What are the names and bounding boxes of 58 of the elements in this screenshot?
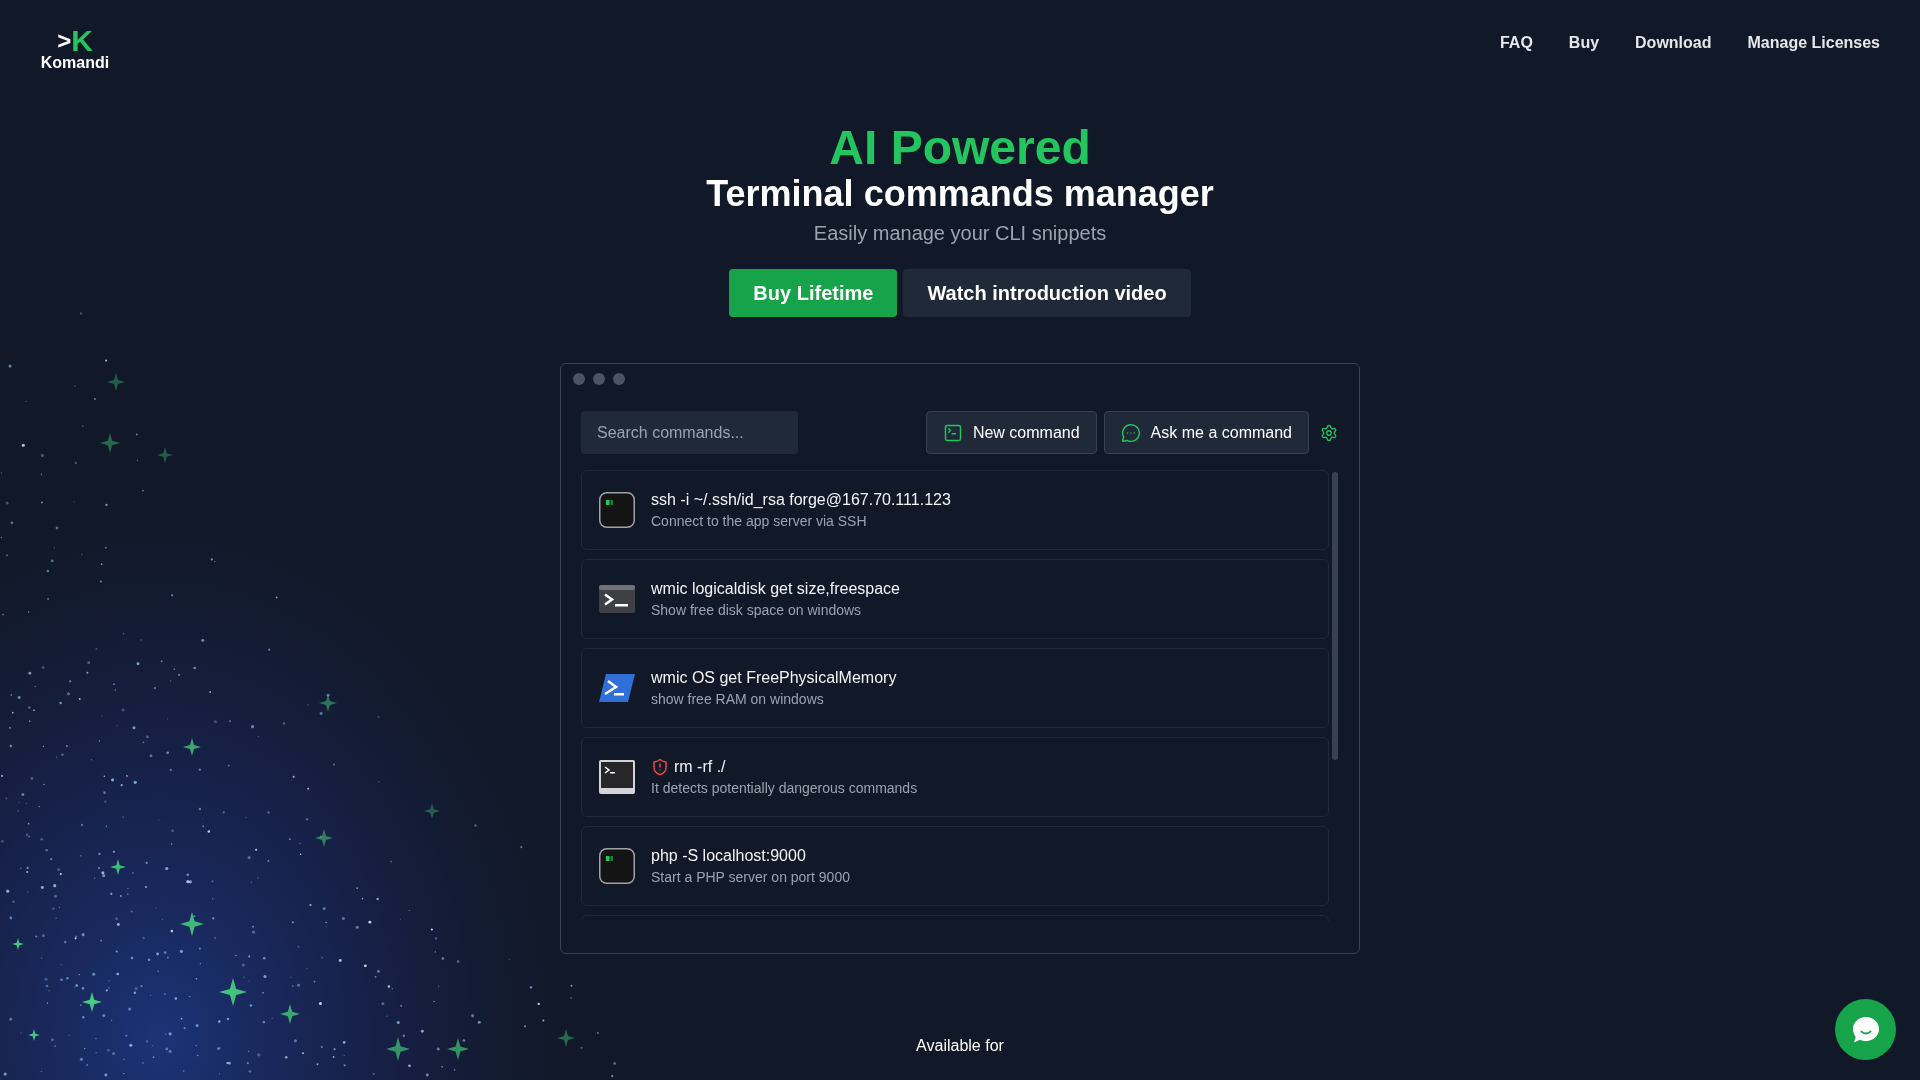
chat-bubble-icon (1851, 1015, 1880, 1044)
ask-command-button[interactable]: Ask me a command (1103, 411, 1309, 454)
sparkle-icon (447, 1038, 469, 1060)
command-description: Start a PHP server on port 9000 (651, 868, 850, 887)
sparkle-icon (315, 829, 333, 847)
available-label: Available for (916, 1036, 1004, 1056)
nav-link[interactable]: Manage Licenses (1747, 31, 1880, 55)
logo-name: Komandi (40, 54, 110, 72)
command-text: rm -rf ./ (674, 757, 726, 777)
search-field[interactable]: Search commands... (581, 411, 798, 454)
command-text: ssh -i ~/.ssh/id_rsa forge@167.70.111.123 (651, 490, 951, 510)
command-description: show free RAM on windows (651, 690, 825, 709)
terminal-icon (599, 492, 635, 528)
new-command-button[interactable]: New command (925, 411, 1097, 454)
sparkle-icon (219, 978, 247, 1006)
command-text: wmic logicaldisk get size,freespace (651, 579, 900, 599)
hero-title: Terminal commands manager (706, 174, 1214, 214)
sparkle-icon (280, 1004, 300, 1024)
settings-icon[interactable] (1320, 423, 1338, 442)
video-button[interactable]: Watch introduction video (903, 269, 1191, 317)
sparkle-icon (424, 803, 440, 819)
scrollbar-thumb[interactable] (1332, 472, 1338, 760)
nav-link[interactable]: Buy (1568, 31, 1600, 55)
sparkle-icon (110, 859, 126, 875)
command-text: wmic OS get FreePhysicalMemory (651, 668, 897, 688)
command-row[interactable]: wmic OS get FreePhysicalMemory show free RAM on windows (581, 648, 1329, 728)
sparkle-icon (319, 694, 337, 712)
console-icon (599, 585, 635, 613)
nav-link[interactable]: FAQ (1499, 31, 1533, 55)
command-row[interactable]: rm -rf ./ It detects potentially dangerous commands (581, 737, 1329, 817)
hero-subtitle: Easily manage your CLI snippets (813, 221, 1107, 246)
terminal-window-icon (599, 760, 635, 794)
nav-link[interactable]: Download (1635, 31, 1712, 55)
terminal-square-icon (942, 422, 963, 443)
sparkle-icon (107, 373, 125, 391)
chat-dots-icon (1120, 422, 1141, 443)
command-description: It detects potentially dangerous commands (651, 779, 918, 798)
terminal-icon (599, 848, 635, 884)
command-row[interactable]: php -S localhost:9000 Start a PHP server on port 9000 (581, 826, 1329, 906)
command-description: Connect to the app server via SSH (651, 512, 868, 531)
sparkle-icon (557, 1029, 575, 1047)
logo-letter: K (71, 28, 93, 54)
chat-button[interactable] (1835, 999, 1896, 1060)
command-description: Show free disk space on windows (651, 601, 863, 620)
sparkle-icon (386, 1037, 410, 1061)
hero-headline: AI Powered (829, 122, 1091, 174)
command-row[interactable]: wmic logicaldisk get size,freespace Show free disk space on windows (581, 559, 1329, 639)
sparkle-icon (82, 992, 102, 1012)
sparkle-icon (12, 938, 24, 950)
sparkle-icon (100, 433, 120, 453)
command-row[interactable]: ssh -i ~/.ssh/id_rsa forge@167.70.111.123 Connect to the app server via SSH (581, 470, 1329, 550)
sparkle-icon (180, 912, 204, 936)
command-text: php -S localhost:9000 (651, 846, 806, 866)
sparkle-icon (183, 738, 201, 756)
shell-icon (599, 674, 635, 702)
sparkle-icon (157, 447, 173, 463)
logo-prompt: > (57, 28, 72, 54)
sparkle-icon (28, 1029, 40, 1041)
